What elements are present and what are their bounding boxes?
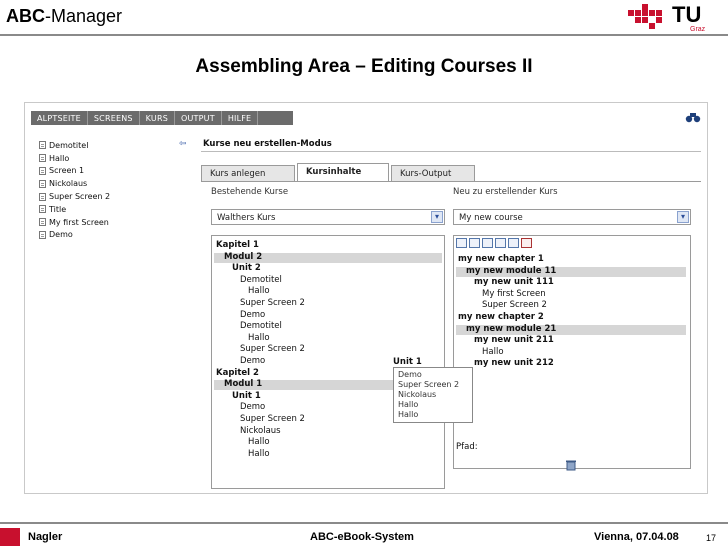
tab-bar: Kurs anlegen Kursinhalte Kurs-Output bbox=[201, 163, 701, 181]
properties-icon[interactable] bbox=[508, 238, 519, 248]
tree-node[interactable]: Kapitel 2 bbox=[216, 368, 259, 378]
sidebar-item[interactable]: Screen 1 bbox=[31, 165, 191, 178]
sidebar-item[interactable]: Nickolaus bbox=[31, 177, 191, 190]
tree-node[interactable]: Kapitel 1 bbox=[216, 240, 259, 250]
document-icon bbox=[39, 192, 46, 201]
tree-node[interactable]: Super Screen 2 bbox=[240, 344, 305, 354]
tabs-rule bbox=[201, 181, 701, 182]
chevron-down-icon: ▾ bbox=[431, 211, 443, 223]
new-chapter-icon[interactable] bbox=[469, 238, 480, 248]
new-module-icon[interactable] bbox=[482, 238, 493, 248]
popup-item: Super Screen 2 bbox=[398, 380, 460, 389]
tree-node[interactable]: Hallo bbox=[248, 449, 270, 459]
sidebar-item[interactable]: Super Screen 2 bbox=[31, 190, 191, 203]
tree-node[interactable]: Demo bbox=[240, 356, 265, 366]
slide-heading: Assembling Area – Editing Courses II bbox=[195, 56, 533, 77]
title-rule bbox=[201, 151, 701, 152]
new-unit-icon[interactable] bbox=[495, 238, 506, 248]
mode-title: Kurse neu erstellen-Modus bbox=[203, 139, 332, 149]
tree-node[interactable]: Hallo bbox=[482, 347, 504, 357]
trash-icon[interactable] bbox=[565, 459, 577, 471]
menu-screens[interactable]: SCREENS bbox=[88, 111, 140, 125]
tree-node[interactable]: Demo bbox=[240, 310, 265, 320]
logo-text: TU bbox=[672, 2, 702, 27]
footer-author: Nagler bbox=[28, 531, 63, 543]
sidebar-item[interactable]: Demotitel bbox=[31, 139, 191, 152]
tree-node[interactable]: my new unit 111 bbox=[474, 277, 554, 287]
page-number: 17 bbox=[706, 533, 717, 543]
tree-toolbar bbox=[456, 238, 534, 248]
popup-item: Hallo bbox=[398, 400, 419, 409]
document-icon bbox=[39, 205, 46, 214]
tree-node[interactable]: Demotitel bbox=[240, 275, 282, 285]
footer-title: ABC-eBook-System bbox=[310, 531, 414, 543]
delete-node-icon[interactable] bbox=[521, 238, 532, 248]
tree-node[interactable]: Hallo bbox=[248, 333, 270, 343]
slide-title: ABC-Manager bbox=[6, 6, 123, 26]
menu-startseite[interactable]: ALPTSEITE bbox=[31, 111, 88, 125]
document-icon bbox=[39, 218, 46, 227]
tree-node[interactable]: my new unit 211 bbox=[474, 335, 554, 345]
footer-accent-bar bbox=[0, 528, 20, 546]
logo-subtext: Graz bbox=[690, 26, 706, 33]
existing-courses-label: Bestehende Kurse bbox=[211, 187, 289, 197]
sidebar-item[interactable]: My first Screen bbox=[31, 216, 191, 229]
tree-node[interactable]: my new chapter 2 bbox=[458, 312, 544, 322]
screen-list-sidebar: Demotitel Hallo Screen 1 Nickolaus Super… bbox=[31, 139, 191, 339]
tree-node[interactable]: Demotitel bbox=[240, 321, 282, 331]
abc-manager-app: ALPTSEITE SCREENS KURS OUTPUT HILFE Demo… bbox=[24, 102, 708, 494]
tree-node[interactable]: Super Screen 2 bbox=[240, 298, 305, 308]
new-course-label: Neu zu erstellender Kurs bbox=[453, 187, 558, 197]
document-icon bbox=[39, 154, 46, 163]
footer-rule bbox=[0, 522, 728, 524]
sidebar-item[interactable]: Title bbox=[31, 203, 191, 216]
header-rule bbox=[0, 34, 728, 36]
document-icon bbox=[39, 166, 46, 175]
tree-node[interactable]: Hallo bbox=[248, 286, 270, 296]
slide-header: ABC-Manager TU Graz bbox=[0, 0, 728, 36]
top-menu-bar: ALPTSEITE SCREENS KURS OUTPUT HILFE bbox=[31, 111, 293, 125]
tree-node[interactable]: Modul 1 bbox=[224, 379, 262, 389]
popup-item: Hallo bbox=[398, 410, 419, 419]
popup-item: Nickolaus bbox=[398, 390, 437, 399]
tree-node[interactable]: Demo bbox=[240, 402, 265, 412]
drag-popup-title: Unit 1 bbox=[393, 357, 422, 367]
tree-node[interactable]: Super Screen 2 bbox=[482, 300, 547, 310]
document-icon bbox=[39, 141, 46, 150]
tree-node[interactable]: Unit 2 bbox=[232, 263, 261, 273]
tab-kurs-anlegen[interactable]: Kurs anlegen bbox=[201, 165, 295, 181]
tu-graz-logo: TU Graz bbox=[628, 2, 724, 34]
tree-node[interactable]: my new module 11 bbox=[466, 266, 556, 276]
tree-node[interactable]: Unit 1 bbox=[232, 391, 261, 401]
footer-date: Vienna, 07.04.08 bbox=[594, 531, 679, 543]
path-label: Pfad: bbox=[456, 442, 478, 452]
tree-node[interactable]: Nickolaus bbox=[240, 426, 281, 436]
tab-kurs-output[interactable]: Kurs-Output bbox=[391, 165, 475, 181]
sidebar-item[interactable]: Hallo bbox=[31, 152, 191, 165]
tree-node[interactable]: Hallo bbox=[248, 437, 270, 447]
drag-popup[interactable]: Demo Super Screen 2 Nickolaus Hallo Hall… bbox=[393, 367, 473, 423]
binoculars-icon[interactable] bbox=[685, 111, 701, 123]
tree-node[interactable]: Modul 2 bbox=[224, 252, 262, 262]
new-course-select[interactable]: My new course ▾ bbox=[453, 209, 691, 225]
tree-node[interactable]: my new unit 212 bbox=[474, 358, 554, 368]
logo-squares-icon bbox=[628, 4, 668, 30]
tree-node[interactable]: My first Screen bbox=[482, 289, 546, 299]
chevron-down-icon: ▾ bbox=[677, 211, 689, 223]
sidebar-item[interactable]: Demo bbox=[31, 229, 191, 242]
tree-node[interactable]: Super Screen 2 bbox=[240, 414, 305, 424]
menu-kurs[interactable]: KURS bbox=[140, 111, 175, 125]
document-icon bbox=[39, 179, 46, 188]
collapse-arrow-icon[interactable]: ⇦ bbox=[179, 139, 187, 149]
popup-item: Demo bbox=[398, 370, 422, 379]
menu-hilfe[interactable]: HILFE bbox=[222, 111, 259, 125]
menu-output[interactable]: OUTPUT bbox=[175, 111, 222, 125]
document-icon bbox=[39, 230, 46, 239]
save-icon[interactable] bbox=[456, 238, 467, 248]
new-course-tree[interactable]: Pfad: my new chapter 1 my new module 11 my… bbox=[453, 235, 691, 469]
tab-kursinhalte[interactable]: Kursinhalte bbox=[297, 163, 389, 181]
existing-course-select[interactable]: Walthers Kurs ▾ bbox=[211, 209, 445, 225]
tree-node[interactable]: my new chapter 1 bbox=[458, 254, 544, 264]
tree-node[interactable]: my new module 21 bbox=[466, 324, 556, 334]
